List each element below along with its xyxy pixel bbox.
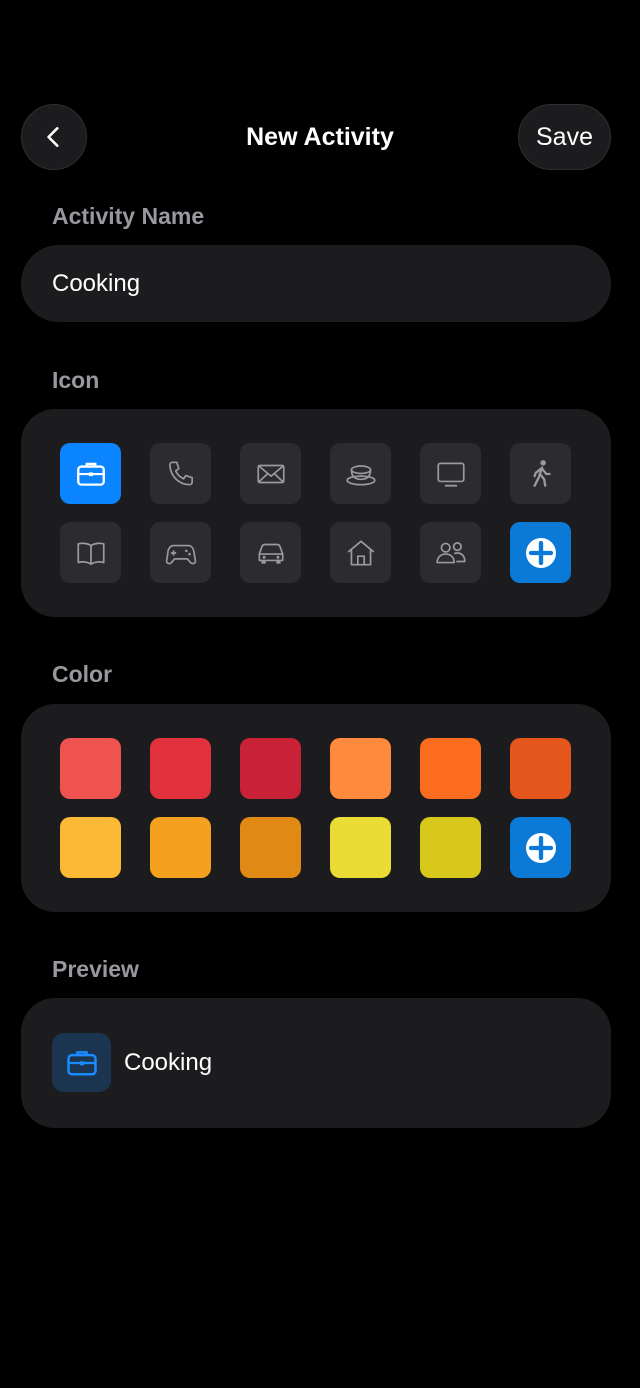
add-color-button[interactable]: [510, 817, 571, 878]
icon-option-briefcase[interactable]: [60, 443, 121, 504]
color-swatch[interactable]: [240, 738, 301, 799]
icon-option-cup[interactable]: [330, 443, 391, 504]
envelope-icon: [256, 464, 285, 483]
car-icon: [257, 543, 284, 564]
icon-picker: [21, 409, 611, 617]
save-button[interactable]: Save: [518, 104, 611, 170]
icon-option-house[interactable]: [330, 522, 391, 583]
icon-option-book[interactable]: [60, 522, 121, 583]
color-section-label: Color: [52, 661, 113, 687]
icon-section-label: Icon: [52, 367, 100, 393]
color-swatch[interactable]: [60, 738, 121, 799]
color-swatch[interactable]: [240, 817, 301, 878]
phone-icon: [168, 460, 193, 485]
activity-name-label: Activity Name: [52, 203, 205, 229]
color-swatch[interactable]: [420, 817, 481, 878]
icon-option-people[interactable]: [420, 522, 481, 583]
color-swatch[interactable]: [60, 817, 121, 878]
color-swatch[interactable]: [420, 738, 481, 799]
icon-option-car[interactable]: [240, 522, 301, 583]
color-swatch[interactable]: [510, 738, 571, 799]
activity-preview: Cooking: [21, 998, 611, 1128]
add-icon: [525, 537, 556, 568]
color-swatch[interactable]: [330, 738, 391, 799]
preview-activity-name: Cooking: [124, 1049, 213, 1076]
icon-option-monitor[interactable]: [420, 443, 481, 504]
icon-option-phone[interactable]: [150, 443, 211, 504]
icon-option-walking[interactable]: [510, 443, 571, 504]
add-icon-button[interactable]: [510, 522, 571, 583]
briefcase-icon: [66, 1050, 97, 1075]
monitor-icon: [436, 462, 465, 487]
book-icon: [76, 541, 105, 565]
icon-option-gamepad[interactable]: [150, 522, 211, 583]
people-icon: [435, 541, 466, 563]
color-swatch[interactable]: [150, 738, 211, 799]
gamepad-icon: [165, 544, 196, 564]
preview-section-label: Preview: [52, 956, 139, 982]
color-swatch[interactable]: [150, 817, 211, 878]
add-icon: [525, 832, 556, 863]
color-swatch[interactable]: [330, 817, 391, 878]
house-icon: [347, 539, 374, 566]
walking-icon: [532, 459, 551, 487]
new-activity-screen: New Activity Save Activity Name Cooking …: [0, 0, 640, 1388]
briefcase-icon: [76, 462, 105, 486]
activity-name-value: Cooking: [52, 269, 141, 297]
color-picker: [21, 704, 611, 912]
preview-icon-tile: [52, 1033, 111, 1092]
activity-name-input[interactable]: Cooking: [21, 245, 611, 322]
icon-option-envelope[interactable]: [240, 443, 301, 504]
cup-icon: [345, 464, 376, 485]
